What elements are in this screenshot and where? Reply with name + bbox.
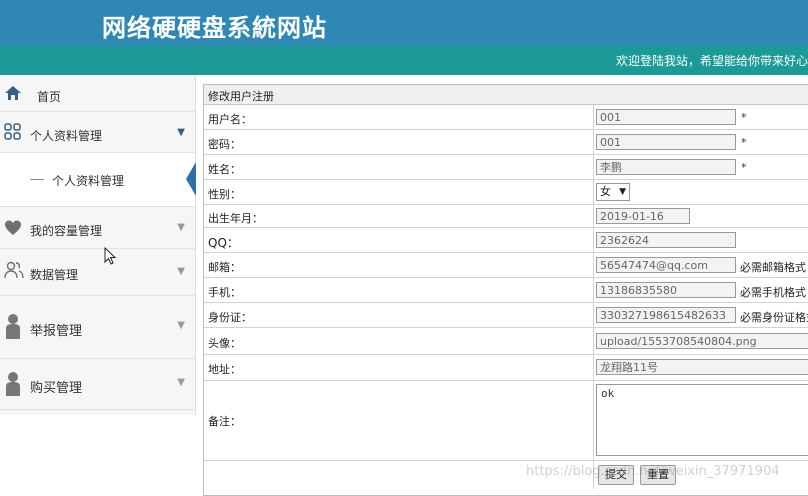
field-label: 手机： (208, 286, 241, 299)
phone-input[interactable]: 13186835580 (596, 282, 736, 298)
form-row-email: 邮箱： 56547474@qq.com 必需邮箱格式 (204, 253, 808, 278)
gender-selected-value: 女 (600, 185, 611, 198)
users-icon (4, 261, 24, 279)
required-mark: * (741, 111, 747, 124)
field-hint: 必需身份证格式 (740, 311, 808, 324)
welcome-bar: 欢迎登陆我站，希望能给你带来好心 (0, 46, 808, 75)
form-title: 修改用户注册 (208, 90, 274, 103)
address-input[interactable]: 龙翔路11号 (596, 359, 808, 375)
field-label: 用户名： (208, 113, 252, 126)
chevron-down-icon: ▼ (177, 377, 185, 388)
username-input[interactable]: 001 (596, 109, 736, 125)
form-row-birth: 出生年月： 2019-01-16 (204, 205, 808, 228)
field-label: 密码： (208, 138, 241, 151)
required-mark: * (741, 161, 747, 174)
form-row-gender: 性别： 女 ▼ (204, 180, 808, 205)
field-hint: 必需邮箱格式 (740, 261, 806, 274)
form-row-avatar: 头像： upload/1553708540804.png (204, 328, 808, 355)
welcome-text: 欢迎登陆我站，希望能给你带来好心 (615, 54, 808, 68)
form-header: 修改用户注册 (204, 85, 808, 105)
home-icon (4, 84, 22, 102)
form-row-qq: QQ： 2362624 (204, 228, 808, 253)
submit-button[interactable]: 提交 (598, 465, 634, 485)
sidebar-item-purchase[interactable]: 购买管理 ▼ (0, 359, 195, 410)
sidebar-submenu: 个人资料管理 (0, 153, 196, 207)
birth-date-input[interactable]: 2019-01-16 (596, 208, 690, 224)
form-row-address: 地址： 龙翔路11号 (204, 355, 808, 381)
idcard-input[interactable]: 330327198615482633 (596, 307, 736, 323)
form-row-name: 姓名： 李鹏 * (204, 155, 808, 180)
sidebar-subitem-profile[interactable]: 个人资料管理 (52, 172, 124, 189)
sidebar-item-capacity[interactable]: 我的容量管理 ▼ (0, 207, 195, 249)
field-label: 姓名： (208, 163, 241, 176)
chevron-down-icon: ▼ (177, 127, 185, 138)
avatar-path-input[interactable]: upload/1553708540804.png (596, 333, 808, 349)
name-input[interactable]: 李鹏 (596, 159, 736, 175)
sidebar-item-label: 个人资料管理 (30, 129, 103, 143)
sidebar-item-label: 首页 (37, 90, 62, 104)
form-row-phone: 手机： 13186835580 必需手机格式 (204, 278, 808, 303)
field-label: QQ： (208, 236, 239, 250)
field-label: 出生年月： (208, 212, 263, 225)
form-row-actions: 提交 重置 (204, 461, 808, 489)
form-row-remark: 备注： ok (204, 381, 808, 461)
chevron-down-icon: ▼ (177, 222, 185, 233)
field-label: 性别： (208, 188, 241, 201)
email-input[interactable]: 56547474@qq.com (596, 257, 736, 273)
qq-input[interactable]: 2362624 (596, 232, 736, 248)
password-input[interactable]: 001 (596, 134, 736, 150)
sidebar-item-label: 购买管理 (30, 381, 83, 396)
heart-icon (4, 219, 22, 237)
sidebar: 首页 个人资料管理 ▼ 个人资料管理 我的容量管理 ▼ 数据管理 ▼ 举报管理 … (0, 75, 196, 415)
user-icon (4, 371, 22, 397)
chevron-down-icon: ▼ (177, 266, 185, 277)
edit-user-form: 修改用户注册 用户名： 001 * 密码： 001 * 姓名： 李鹏 * 性别：… (203, 84, 808, 496)
field-label: 邮箱： (208, 261, 241, 274)
chevron-down-icon: ▼ (177, 320, 185, 331)
field-label: 头像： (208, 337, 241, 350)
sidebar-item-label: 举报管理 (30, 324, 83, 339)
form-row-username: 用户名： 001 * (204, 105, 808, 130)
form-row-password: 密码： 001 * (204, 130, 808, 155)
tree-connector (30, 179, 44, 180)
grid-icon (4, 123, 22, 141)
mouse-cursor-icon (104, 246, 118, 269)
site-header: 网络硬硬盘系統网站 (0, 0, 808, 46)
field-label: 备注： (208, 415, 241, 428)
form-row-idcard: 身份证： 330327198615482633 必需身份证格式 (204, 303, 808, 328)
required-mark: * (741, 136, 747, 149)
field-label: 身份证： (208, 311, 252, 324)
sidebar-item-label: 我的容量管理 (30, 224, 103, 238)
gender-select[interactable]: 女 ▼ (596, 183, 630, 201)
sidebar-item-data[interactable]: 数据管理 ▼ (0, 249, 195, 296)
sidebar-item-report[interactable]: 举报管理 ▼ (0, 296, 195, 359)
remark-textarea[interactable]: ok (596, 384, 808, 456)
active-indicator (186, 162, 196, 196)
user-icon (4, 312, 22, 340)
sidebar-item-profile[interactable]: 个人资料管理 ▼ (0, 112, 195, 153)
sidebar-item-home[interactable]: 首页 (0, 75, 195, 112)
sidebar-item-label: 数据管理 (30, 268, 79, 282)
reset-button[interactable]: 重置 (640, 465, 676, 485)
site-title: 网络硬硬盘系統网站 (102, 13, 327, 42)
field-label: 地址： (208, 363, 241, 376)
dropdown-arrow-icon: ▼ (619, 187, 626, 197)
field-hint: 必需手机格式 (740, 286, 806, 299)
